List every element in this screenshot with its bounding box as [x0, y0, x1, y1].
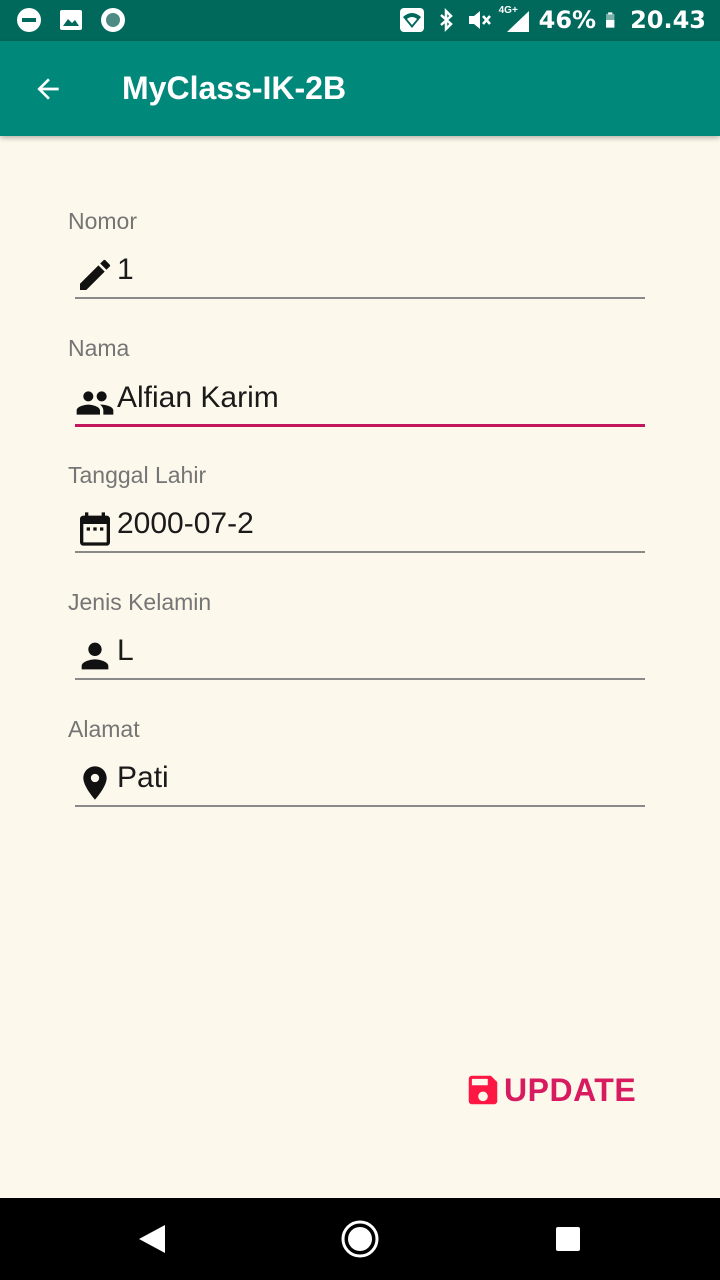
nomor-value: 1: [117, 253, 134, 286]
pencil-icon: [80, 259, 111, 290]
tanggal-lahir-value: 2000-07-2: [117, 507, 254, 540]
nav-recents-button[interactable]: [546, 1217, 590, 1261]
location-pin-icon: [83, 766, 107, 800]
alamat-label: Alamat: [68, 716, 140, 742]
status-bar-right: 4G+ 46% 20.43: [399, 5, 706, 34]
bluetooth-icon: [439, 7, 453, 33]
jenis-kelamin-value: L: [117, 634, 134, 667]
jenis-kelamin-field[interactable]: L: [75, 630, 645, 680]
nav-home-button[interactable]: [338, 1217, 382, 1261]
do-not-disturb-icon: [17, 8, 41, 32]
nama-value: Alfian Karim: [117, 381, 279, 414]
floppy-disk-icon: [468, 1075, 498, 1105]
wifi-icon: [399, 8, 424, 32]
app-bar: MyClass-IK-2B: [0, 41, 720, 136]
clock: 20.43: [630, 6, 706, 34]
update-button[interactable]: UPDATE: [464, 1068, 636, 1112]
status-bar-left: [16, 7, 126, 33]
battery-percent: 46%: [538, 6, 597, 34]
tanggal-lahir-label: Tanggal Lahir: [68, 462, 207, 488]
nomor-label: Nomor: [68, 208, 138, 234]
nomor-field[interactable]: 1: [75, 249, 645, 299]
page-title: MyClass-IK-2B: [122, 70, 347, 106]
circle-app-icon: [101, 8, 125, 32]
group-icon: [76, 391, 114, 415]
image-icon: [60, 10, 82, 30]
nav-back-button[interactable]: [130, 1217, 174, 1261]
alamat-field[interactable]: Pati: [75, 757, 645, 807]
triangle-back-icon: [139, 1225, 165, 1253]
alamat-value: Pati: [117, 761, 169, 794]
arrow-back-icon: [37, 78, 59, 100]
square-recents-icon: [556, 1227, 580, 1251]
update-label: UPDATE: [504, 1071, 637, 1108]
calendar-icon: [80, 512, 110, 546]
back-button[interactable]: [22, 63, 74, 115]
circle-home-icon: [341, 1220, 379, 1258]
signal-indicator: 4G+: [499, 5, 531, 33]
person-icon: [81, 642, 109, 670]
status-bar: 4G+ 46% 20.43: [0, 0, 720, 41]
mute-icon: [468, 11, 491, 29]
navigation-bar: [0, 1198, 720, 1280]
nama-label: Nama: [68, 335, 130, 361]
signal-icon: [506, 11, 529, 32]
tanggal-lahir-field[interactable]: 2000-07-2: [75, 503, 645, 553]
battery-icon: [606, 12, 615, 28]
nama-field[interactable]: Alfian Karim: [75, 377, 645, 427]
jenis-kelamin-label: Jenis Kelamin: [68, 589, 212, 615]
